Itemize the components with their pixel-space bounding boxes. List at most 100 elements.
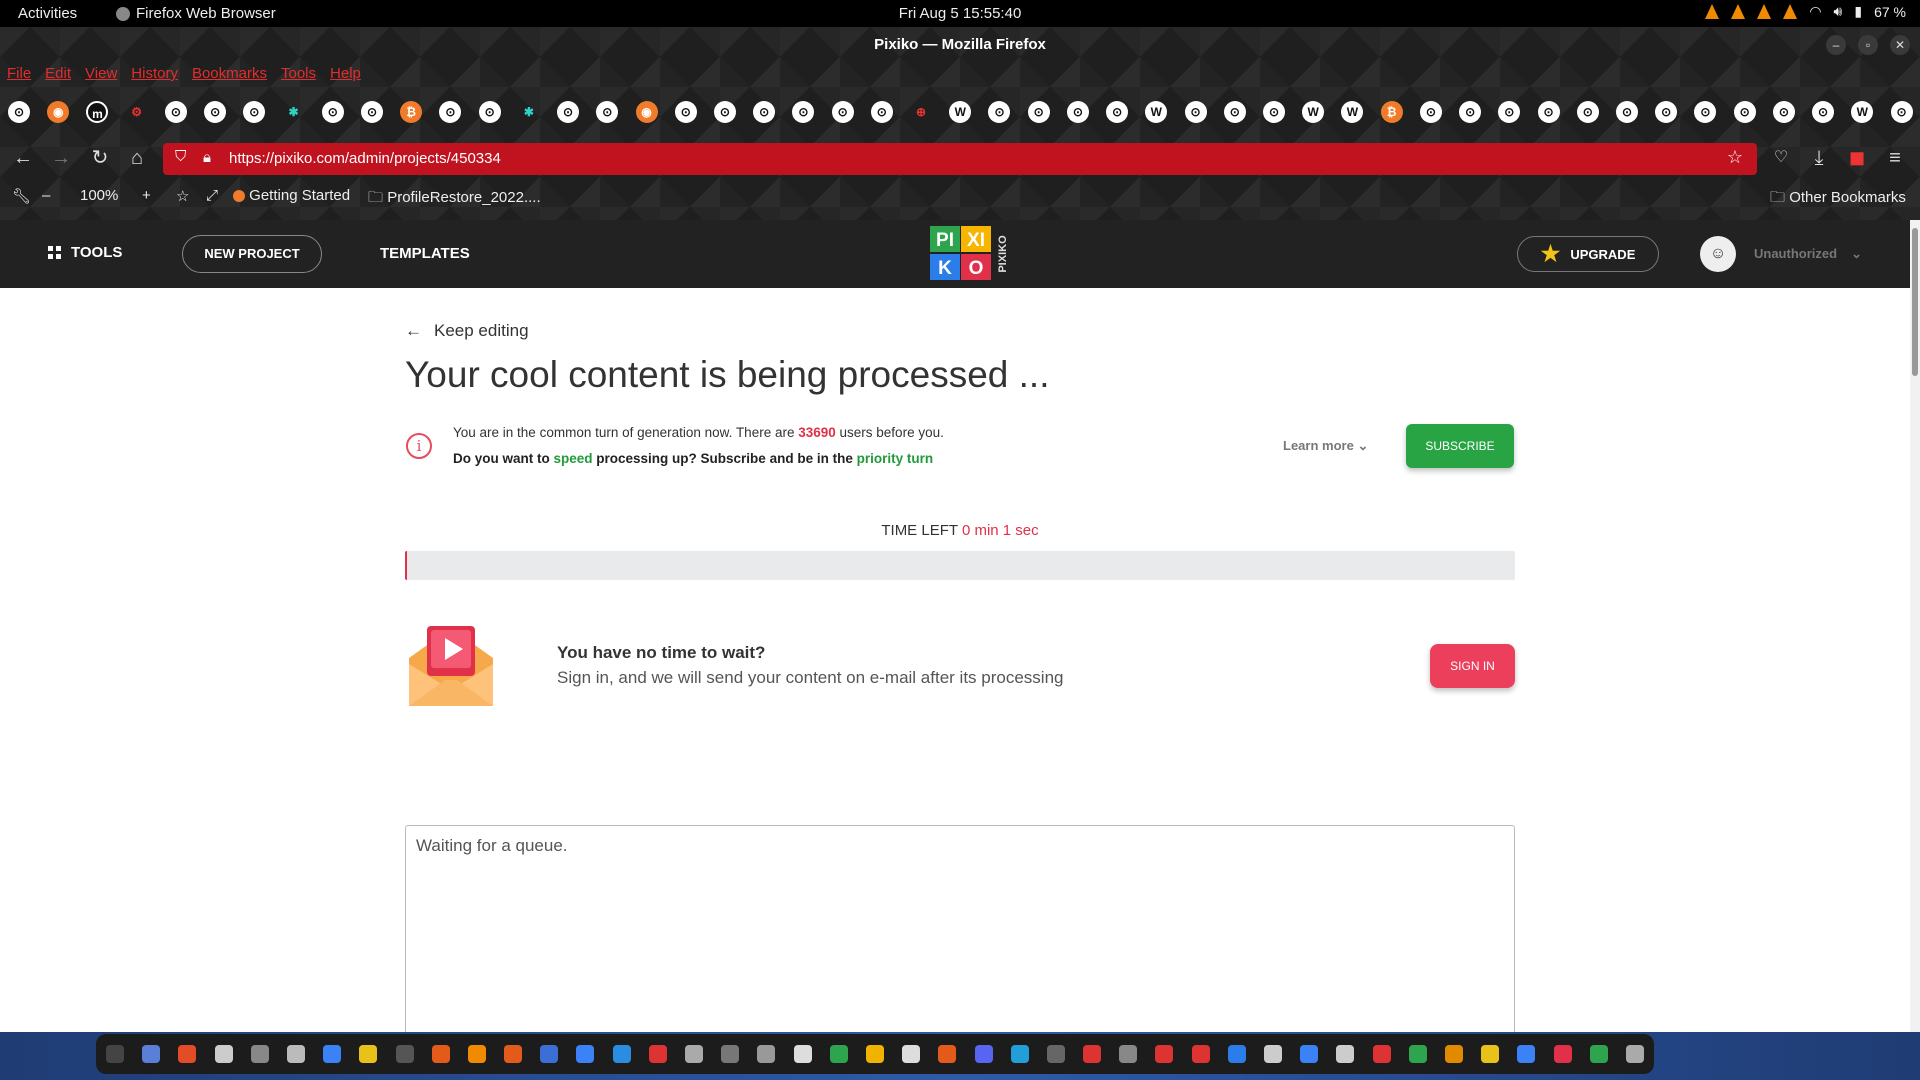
dock-app-icon[interactable] (938, 1045, 957, 1063)
github-icon[interactable]: ⊙ (1498, 101, 1521, 123)
github-icon[interactable]: ⊙ (478, 101, 501, 123)
github-icon[interactable]: ⊙ (870, 101, 893, 123)
lock-icon[interactable]: 🔒︎ (203, 149, 211, 166)
dock-app-icon[interactable] (1119, 1045, 1138, 1063)
dock-app-icon[interactable] (1589, 1045, 1608, 1063)
fullscreen-icon[interactable]: ⤢ (206, 187, 218, 204)
close-button[interactable]: ✕ (1890, 35, 1910, 55)
github-icon[interactable]: ⊙ (1890, 101, 1913, 123)
system-tray[interactable]: ◠ 🔊︎ ▮ 67 % (1705, 3, 1906, 20)
zoom-in-button[interactable]: + (142, 187, 151, 204)
github-icon[interactable]: ⊙ (1733, 101, 1756, 123)
wiki-icon[interactable]: W (949, 101, 972, 123)
url-bar[interactable]: ⛉ 🔒︎ https://pixiko.com/admin/projects/4… (163, 143, 1757, 175)
dock-app-icon[interactable] (1625, 1045, 1644, 1063)
github-icon[interactable]: ⊙ (1066, 101, 1089, 123)
dock-app-icon[interactable] (1264, 1045, 1282, 1063)
dock-app-icon[interactable] (504, 1045, 523, 1063)
github-icon[interactable]: ⊙ (1694, 101, 1717, 123)
other-bookmarks-folder[interactable]: 🗀 Other Bookmarks (1770, 187, 1906, 212)
dock-app-icon[interactable] (1191, 1045, 1210, 1063)
github-icon[interactable]: ⊙ (164, 101, 187, 123)
battery-icon[interactable]: ▮ (1854, 3, 1862, 20)
minimize-button[interactable]: – (1826, 35, 1846, 55)
home-icon[interactable]: ⌂ (124, 145, 150, 171)
dock-app-icon[interactable] (685, 1045, 703, 1063)
github-icon[interactable]: ⊙ (1772, 101, 1795, 123)
shield-icon[interactable]: ⛉ (175, 148, 186, 165)
zoom-level[interactable]: 100% (80, 187, 118, 204)
back-icon[interactable]: ← (10, 145, 36, 171)
github-icon[interactable]: ⊙ (753, 101, 776, 123)
github-icon[interactable]: ⊙ (1459, 101, 1482, 123)
puzzle-icon[interactable]: ✱ (283, 101, 305, 123)
dock-app-icon[interactable] (359, 1045, 378, 1063)
menu-help[interactable]: Help (330, 65, 361, 82)
keep-editing-link[interactable]: ← Keep editing (405, 321, 529, 341)
dock-app-icon[interactable] (214, 1045, 233, 1063)
dock-app-icon[interactable] (721, 1045, 740, 1063)
dock-app-icon[interactable] (1083, 1045, 1102, 1063)
github-icon[interactable]: ⊙ (1615, 101, 1638, 123)
extension-icon[interactable]: ◼ (1844, 145, 1870, 171)
github-icon[interactable]: ⊙ (1537, 101, 1560, 123)
scrollbar-thumb[interactable] (1912, 228, 1918, 376)
dock-app-icon[interactable] (793, 1045, 812, 1063)
github-icon[interactable]: ⊙ (557, 101, 580, 123)
github-icon[interactable]: ⊙ (792, 101, 815, 123)
dock-app-icon[interactable] (106, 1045, 124, 1063)
wrench-icon[interactable]: 🔧︎ (12, 187, 31, 205)
firefox-icon[interactable]: ◉ (47, 101, 70, 123)
wiki-icon[interactable]: W (1851, 101, 1874, 123)
dock-app-icon[interactable] (865, 1045, 884, 1063)
github-icon[interactable]: ⊙ (243, 101, 266, 123)
github-icon[interactable]: ⊙ (596, 101, 619, 123)
upgrade-button[interactable]: ★ UPGRADE (1517, 236, 1659, 272)
dock-app-icon[interactable] (142, 1045, 161, 1063)
clock[interactable]: Fri Aug 5 15:55:40 (0, 5, 1920, 22)
url-text[interactable]: https://pixiko.com/admin/projects/450334 (229, 150, 501, 167)
activities-button[interactable]: Activities (18, 5, 77, 22)
github-icon[interactable]: ⊙ (1655, 101, 1678, 123)
github-icon[interactable]: ⊙ (1812, 101, 1835, 123)
dock-app-icon[interactable] (395, 1045, 414, 1063)
dock-app-icon[interactable] (1408, 1045, 1427, 1063)
dock-app-icon[interactable] (757, 1045, 776, 1063)
profile-restore-folder[interactable]: 🗀 ProfileRestore_2022.... (368, 187, 541, 212)
github-icon[interactable]: ⊙ (8, 101, 30, 123)
pixiko-logo[interactable]: PI XI K O PIXIKO (930, 226, 1012, 282)
dock-app-icon[interactable] (467, 1045, 486, 1063)
dock-app-icon[interactable] (250, 1045, 269, 1063)
new-project-button[interactable]: NEW PROJECT (182, 235, 322, 273)
dock-app-icon[interactable] (1553, 1045, 1572, 1063)
avatar[interactable]: ☺ (1700, 236, 1736, 272)
wiki-icon[interactable]: W (1302, 101, 1325, 123)
gear-icon[interactable]: ⚙ (126, 101, 148, 123)
github-icon[interactable]: ⊙ (674, 101, 697, 123)
vlc-icon[interactable] (1783, 4, 1798, 19)
learn-more-dropdown[interactable]: Learn more ⌄ (1283, 438, 1368, 454)
dock-app-icon[interactable] (1010, 1045, 1029, 1063)
star-outline-icon[interactable]: ☆ (176, 187, 189, 205)
dock-app-icon[interactable] (1336, 1045, 1355, 1063)
vlc-icon[interactable] (1731, 4, 1746, 19)
dock-app-icon[interactable] (829, 1045, 848, 1063)
download-icon[interactable]: ⤓ (1806, 145, 1832, 171)
menu-bookmarks[interactable]: Bookmarks (192, 65, 267, 82)
dock-app-icon[interactable] (1155, 1045, 1174, 1063)
menu-file[interactable]: File (7, 65, 31, 82)
menu-view[interactable]: View (85, 65, 117, 82)
dock-app-icon[interactable] (612, 1045, 631, 1063)
github-icon[interactable]: ⊙ (1576, 101, 1599, 123)
dock-app-icon[interactable] (178, 1045, 197, 1063)
sign-in-button[interactable]: SIGN IN (1430, 644, 1515, 688)
github-icon[interactable]: ⊙ (831, 101, 854, 123)
puzzle-icon[interactable]: ✱ (518, 101, 540, 123)
dock-app-icon[interactable] (974, 1045, 993, 1063)
dock-app-icon[interactable] (1444, 1045, 1463, 1063)
maximize-button[interactable]: ▫ (1858, 35, 1878, 55)
dock-app-icon[interactable] (902, 1045, 921, 1063)
dock-app-icon[interactable] (1517, 1045, 1536, 1063)
dock-app-icon[interactable] (648, 1045, 667, 1063)
github-icon[interactable]: ⊙ (1419, 101, 1442, 123)
